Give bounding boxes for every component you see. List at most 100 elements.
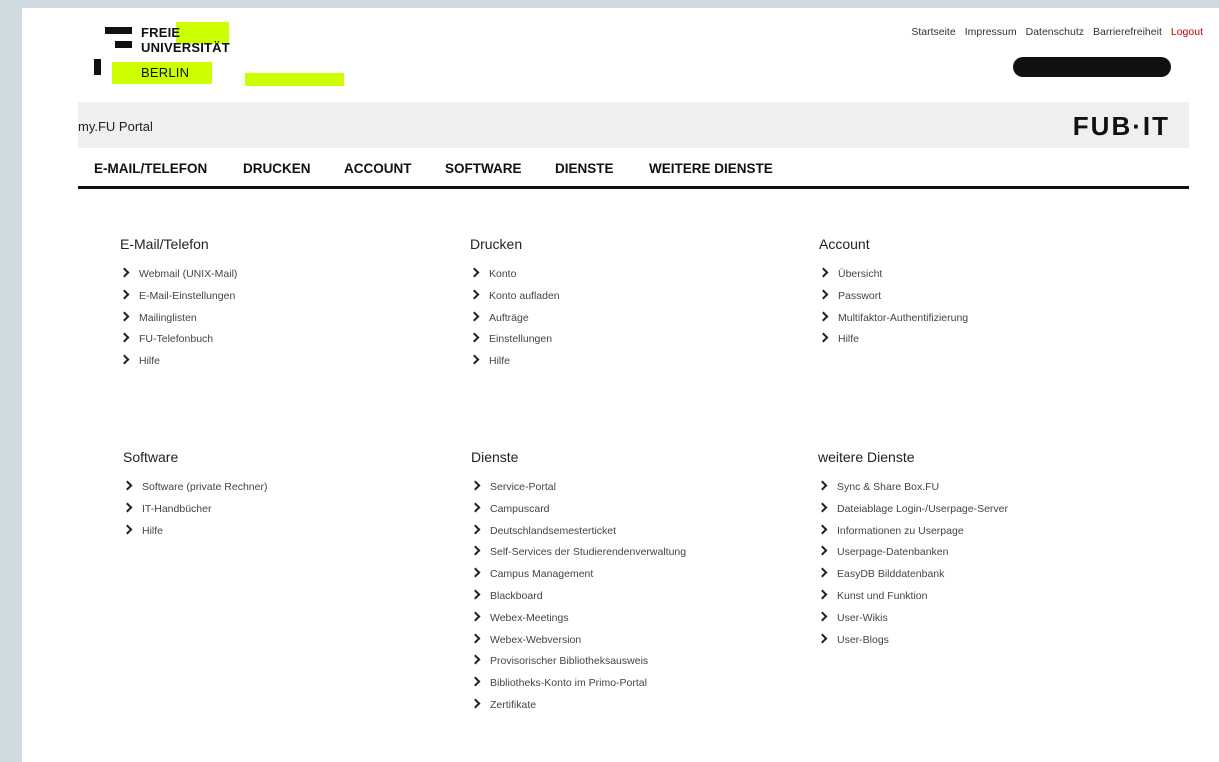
link-label: User-Wikis [837, 611, 888, 624]
fub-it-logo[interactable]: FUB·IT [1073, 111, 1170, 142]
link-label: Mailinglisten [139, 311, 197, 324]
link-label: Blackboard [490, 589, 543, 602]
portal-bar: my.FU Portal FUB·IT [78, 102, 1189, 148]
list-item[interactable]: User-Wikis [817, 608, 1008, 630]
list-item[interactable]: Hilfe [469, 351, 560, 373]
top-navigation: Startseite Impressum Datenschutz Barrier… [911, 26, 1203, 38]
list-item[interactable]: Hilfe [818, 329, 968, 351]
list-item[interactable]: Passwort [818, 286, 968, 308]
list-item[interactable]: Konto aufladen [469, 286, 560, 308]
link-label: Hilfe [489, 355, 511, 368]
section-title: E-Mail/Telefon [120, 236, 209, 252]
link-label: Konto [489, 268, 517, 280]
chevron-right-icon [119, 354, 130, 365]
list-item[interactable]: Webex-Webversion [470, 630, 686, 652]
link-label: Software (private Rechner) [142, 481, 268, 493]
list-item[interactable]: Multifaktor-Authentifizierung [818, 308, 969, 330]
chevron-right-icon [469, 311, 480, 322]
link-label: Dateiablage Login-/Userpage-Server [837, 502, 1009, 515]
link-label: Campuscard [490, 502, 550, 515]
logo-mark [105, 27, 132, 34]
link-label: Webex-Meetings [490, 611, 569, 624]
topnav-impressum[interactable]: Impressum [965, 26, 1017, 38]
chevron-right-icon [119, 332, 130, 343]
list-item[interactable]: Dateiablage Login-/Userpage-Server [817, 499, 1009, 521]
link-label: Userpage-Datenbanken [837, 546, 949, 559]
list-item[interactable]: Hilfe [122, 521, 267, 543]
list-item[interactable]: Campus Management [470, 564, 686, 586]
list-item[interactable]: Kunst und Funktion [817, 586, 1008, 608]
list-item[interactable]: Konto [469, 264, 560, 286]
topnav-startseite[interactable]: Startseite [911, 26, 955, 38]
list-item[interactable]: E-Mail-Einstellungen [119, 286, 237, 308]
nav-weitere-dienste[interactable]: WEITERE DIENSTE [649, 161, 773, 176]
link-label: IT-Handbücher [142, 502, 212, 515]
section-title: Software [123, 449, 179, 465]
section-title: Account [819, 236, 870, 252]
link-label: Sync & Share Box.FU [837, 481, 940, 493]
list-item[interactable]: Deutschlandsemesterticket [470, 521, 686, 543]
list-item[interactable]: Campuscard [470, 499, 686, 521]
list-item[interactable]: IT-Handbücher [122, 499, 267, 521]
list-item[interactable]: Self-Services der Studierendenverwaltung [470, 542, 687, 564]
nav-dienste[interactable]: DIENSTE [555, 161, 614, 176]
topnav-barrierefreiheit[interactable]: Barrierefreiheit [1093, 26, 1162, 38]
section-title: Dienste [471, 449, 519, 465]
link-label: Einstellungen [489, 333, 553, 346]
list-item[interactable]: Software (private Rechner) [122, 477, 268, 499]
list-item[interactable]: FU-Telefonbuch [119, 329, 237, 351]
list-item[interactable]: Sync & Share Box.FU [817, 477, 1008, 499]
list-item[interactable]: Aufträge [469, 308, 560, 330]
list-item[interactable]: Webex-Meetings [470, 608, 686, 630]
list-item[interactable]: Userpage-Datenbanken [817, 542, 1008, 564]
list-item[interactable]: Übersicht [818, 264, 968, 286]
nav-email-telefon[interactable]: E-MAIL/TELEFON [94, 161, 207, 176]
logo-mark [94, 59, 101, 75]
nav-software[interactable]: SOFTWARE [445, 161, 522, 176]
list-item[interactable]: Informationen zu Userpage [817, 521, 1008, 543]
link-label: Konto aufladen [489, 289, 560, 302]
chevron-right-icon [470, 545, 481, 556]
redacted-username [1013, 57, 1171, 77]
link-label: Übersicht [838, 268, 883, 280]
chevron-right-icon [470, 698, 481, 709]
list-item[interactable]: Zertifikate [470, 695, 686, 717]
logo-text-line2: UNIVERSITÄT [141, 40, 230, 55]
fu-berlin-logo[interactable]: FREIE UNIVERSITÄT BERLIN [94, 22, 374, 90]
main-navigation: E-MAIL/TELEFON DRUCKEN ACCOUNT SOFTWARE … [78, 150, 1189, 189]
chevron-right-icon [469, 267, 480, 278]
chevron-right-icon [470, 480, 481, 491]
nav-account[interactable]: ACCOUNT [344, 161, 412, 176]
link-label: Self-Services der Studierendenverwaltung [490, 546, 687, 559]
list-item[interactable]: Bibliotheks-Konto im Primo-Portal [470, 673, 686, 695]
chevron-right-icon [817, 567, 828, 578]
list-item[interactable]: Webmail (UNIX-Mail) [119, 264, 237, 286]
list-item[interactable]: Service-Portal [470, 477, 686, 499]
chevron-right-icon [122, 524, 133, 535]
link-label: Multifaktor-Authentifizierung [838, 311, 969, 324]
list-item[interactable]: Einstellungen [469, 329, 560, 351]
logout-link[interactable]: Logout [1171, 26, 1203, 38]
chevron-right-icon [817, 524, 828, 535]
link-label: Hilfe [838, 333, 860, 346]
link-label: Bibliotheks-Konto im Primo-Portal [490, 677, 647, 690]
chevron-right-icon [818, 332, 829, 343]
chevron-right-icon [119, 267, 130, 278]
list-item[interactable]: Hilfe [119, 351, 237, 373]
link-label: Webex-Webversion [490, 633, 582, 646]
link-label: Zertifikate [490, 698, 537, 711]
list-item[interactable]: Provisorischer Bibliotheksausweis [470, 651, 686, 673]
chevron-right-icon [470, 676, 481, 687]
list-item[interactable]: EasyDB Bilddatenbank [817, 564, 1008, 586]
list-item[interactable]: Mailinglisten [119, 308, 237, 330]
link-label: Service-Portal [490, 481, 556, 493]
list-item[interactable]: User-Blogs [817, 630, 1008, 652]
page: FREIE UNIVERSITÄT BERLIN Startseite Impr… [22, 8, 1219, 762]
link-label: Passwort [838, 289, 882, 302]
topnav-datenschutz[interactable]: Datenschutz [1026, 26, 1084, 38]
list-item[interactable]: Blackboard [470, 586, 686, 608]
nav-drucken[interactable]: DRUCKEN [243, 161, 311, 176]
chevron-right-icon [469, 332, 480, 343]
section-title: weitere Dienste [818, 449, 915, 465]
portal-title[interactable]: my.FU Portal [78, 119, 153, 134]
